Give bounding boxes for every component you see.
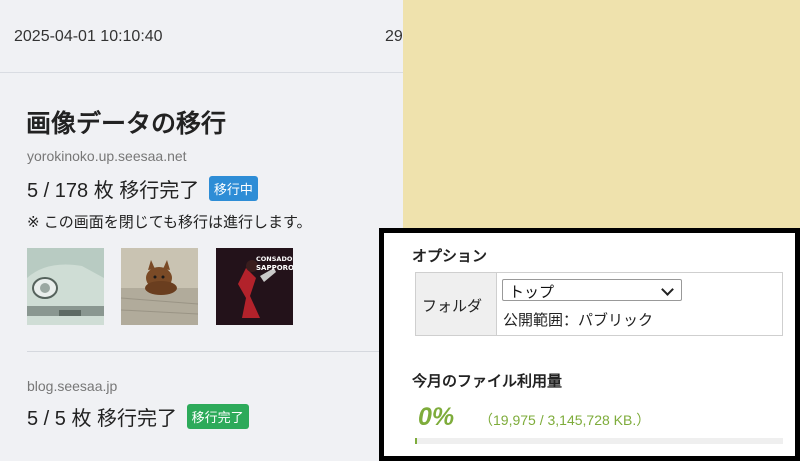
- thumbnail-poster[interactable]: CONSADOLE SAPPORO: [216, 248, 293, 325]
- migration-panel: 2025-04-01 10:10:40 29 画像データの移行 yorokino…: [0, 0, 403, 461]
- usage-progress-bar: [415, 438, 783, 444]
- page-title: 画像データの移行: [26, 110, 227, 138]
- visibility-text: 公開範囲：パブリック: [503, 312, 654, 329]
- thumbnail-car[interactable]: [27, 248, 104, 325]
- poster-photo-icon: CONSADOLE SAPPORO: [216, 248, 293, 325]
- site-domain: yorokinoko.up.seesaa.net: [27, 148, 187, 164]
- options-heading: オプション: [412, 248, 488, 265]
- car-photo-icon: [27, 248, 104, 325]
- folder-label-cell: フォルダ: [416, 273, 497, 335]
- folder-row: フォルダ トップ 公開範囲：パブリック: [415, 272, 783, 336]
- progress-text: 5 / 5 枚 移行完了: [27, 408, 178, 430]
- status-badge: 移行中: [208, 176, 258, 201]
- folder-select[interactable]: トップ: [502, 279, 682, 301]
- poster-text-line: CONSADOLE: [256, 255, 293, 263]
- usage-percent: 0%: [418, 403, 455, 431]
- usage-detail: （19,975 / 3,145,728 KB.）: [479, 412, 651, 428]
- poster-text-line: SAPPORO: [256, 264, 293, 272]
- top-bar-count: 29: [385, 28, 403, 45]
- options-panel: オプション フォルダ トップ 公開範囲：パブリック 今月のファイル利用量 0% …: [379, 228, 800, 461]
- section-divider: [27, 351, 403, 352]
- folder-label: フォルダ: [422, 298, 483, 315]
- usage-progress-fill: [415, 438, 418, 444]
- site-progress: 5 / 5 枚 移行完了 移行完了: [27, 402, 249, 431]
- thumbnail-cat[interactable]: [121, 248, 198, 325]
- chevron-down-icon: [661, 283, 674, 296]
- folder-select-value: トップ: [509, 284, 555, 301]
- options-content: オプション フォルダ トップ 公開範囲：パブリック 今月のファイル利用量 0% …: [384, 233, 795, 456]
- timestamp: 2025-04-01 10:10:40: [14, 28, 163, 45]
- migration-note: ※ この画面を閉じても移行は進行します。: [27, 214, 312, 231]
- top-bar: 2025-04-01 10:10:40 29: [0, 0, 403, 73]
- progress-text: 5 / 178 枚 移行完了: [27, 180, 200, 202]
- site-domain: blog.seesaa.jp: [27, 378, 118, 394]
- site-progress: 5 / 178 枚 移行完了 移行中: [27, 174, 258, 203]
- cat-photo-icon: [121, 248, 198, 325]
- status-badge: 移行完了: [186, 404, 249, 429]
- usage-heading: 今月のファイル利用量: [412, 373, 563, 390]
